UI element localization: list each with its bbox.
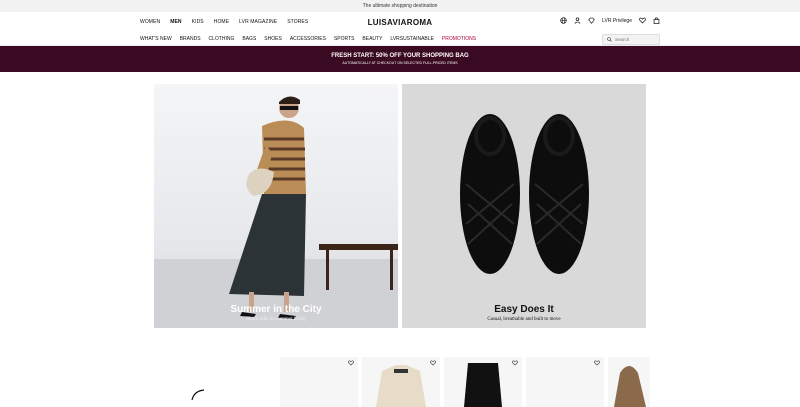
subnav-bags[interactable]: BAGS <box>242 36 256 42</box>
hero-subtitle-summer: Sharp rolls for summer living <box>246 317 306 322</box>
hero-image-model <box>154 96 398 328</box>
privilege-link[interactable]: LVR Privilege <box>602 18 632 24</box>
promo-banner[interactable]: FRESH START: 50% OFF YOUR SHOPPING BAG A… <box>0 46 800 72</box>
header-actions: LVR Privilege <box>560 17 660 24</box>
logo[interactable]: LUISAVIAROMA <box>368 18 433 27</box>
subnav-shoes[interactable]: SHOES <box>264 36 282 42</box>
subnav-sports[interactable]: SPORTS <box>334 36 354 42</box>
nav-kids[interactable]: KIDS <box>192 19 204 25</box>
subnav-clothing[interactable]: CLOTHING <box>209 36 235 42</box>
hero-image-sandals <box>460 114 589 274</box>
globe-icon[interactable] <box>560 17 567 24</box>
wishlist-heart-icon[interactable] <box>594 360 600 366</box>
subnav-promotions[interactable]: PROMOTIONS <box>442 36 476 42</box>
subnav-accessories[interactable]: ACCESSORIES <box>290 36 326 42</box>
announcement-text: The ultimate shopping destination <box>362 3 438 9</box>
search-input[interactable]: Search <box>602 34 660 45</box>
nav-stores[interactable]: STORES <box>287 19 308 25</box>
hero-title-easy: Easy Does It <box>494 304 554 315</box>
hero-section: Summer in the City Sharp rolls for summe… <box>154 84 646 328</box>
subnav-whats-new[interactable]: WHAT'S NEW <box>140 36 172 42</box>
header: WOMEN MEN KIDS HOME LVR MAGAZINE STORES … <box>0 12 800 32</box>
nav-women[interactable]: WOMEN <box>140 19 160 25</box>
main-nav: WOMEN MEN KIDS HOME LVR MAGAZINE STORES <box>140 19 308 25</box>
subnav-lvrsustainable[interactable]: LVRSUSTAINABLE <box>390 36 433 42</box>
hero-title-summer: Summer in the City <box>230 304 322 315</box>
promo-title: FRESH START: 50% OFF YOUR SHOPPING BAG <box>331 53 469 59</box>
announcement-bar: The ultimate shopping destination <box>0 0 800 12</box>
bag-icon[interactable] <box>653 17 660 24</box>
wishlist-heart-icon[interactable] <box>348 360 354 366</box>
promo-subtitle: AUTOMATICALLY AT CHECKOUT ON SELECTED FU… <box>342 61 458 65</box>
user-icon[interactable] <box>574 17 581 24</box>
hero-subtitle-easy: Casual, breathable and built to move <box>487 317 561 322</box>
nav-lvr-magazine[interactable]: LVR MAGAZINE <box>239 19 277 25</box>
search-icon <box>607 37 612 42</box>
wishlist-heart-icon[interactable] <box>430 360 436 366</box>
category-nav: WHAT'S NEW BRANDS CLOTHING BAGS SHOES AC… <box>0 32 800 46</box>
diamond-icon <box>588 17 595 24</box>
hero-tile-easy[interactable]: Easy Does It Casual, breathable and buil… <box>402 84 646 328</box>
hero-tile-summer[interactable]: Summer in the City Sharp rolls for summe… <box>154 84 398 328</box>
wishlist-heart-icon[interactable] <box>639 17 646 24</box>
search-placeholder: Search <box>615 37 630 42</box>
subnav-brands[interactable]: BRANDS <box>180 36 201 42</box>
nav-men[interactable]: MEN <box>170 19 181 25</box>
wishlist-heart-icon[interactable] <box>512 360 518 366</box>
subnav-beauty[interactable]: BEAUTY <box>362 36 382 42</box>
nav-home[interactable]: HOME <box>214 19 229 25</box>
